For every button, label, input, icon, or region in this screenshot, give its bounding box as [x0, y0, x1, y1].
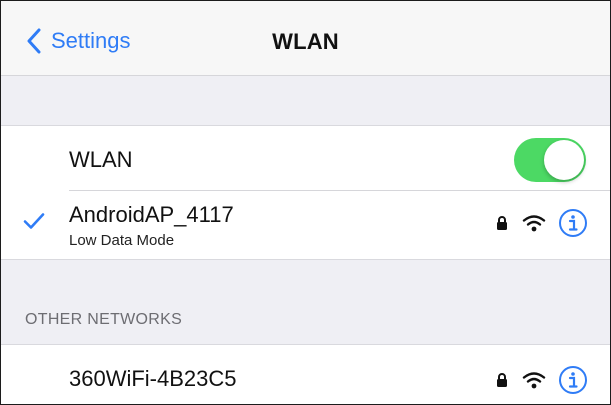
connected-network-row[interactable]: AndroidAP_4117 Low Data Mode: [1, 190, 610, 259]
network-row[interactable]: 360WiFi-4B23C5: [1, 345, 610, 404]
connected-network-name: AndroidAP_4117: [69, 202, 234, 227]
info-icon[interactable]: [558, 365, 588, 395]
info-icon[interactable]: [558, 208, 588, 238]
wlan-toggle-switch[interactable]: [514, 138, 586, 182]
wifi-icon: [522, 371, 546, 389]
section-header-other-networks: OTHER NETWORKS: [25, 311, 183, 328]
wlan-toggle-label: WLAN: [69, 147, 133, 172]
navigation-bar: Settings WLAN: [1, 1, 610, 76]
other-networks-group: 360WiFi-4B23C5: [1, 344, 610, 404]
connected-network-icons: [496, 208, 588, 238]
wlan-settings-screen: Settings WLAN WLAN AndroidAP_4117 Low Da…: [0, 0, 611, 405]
connected-network-subtitle: Low Data Mode: [69, 232, 175, 249]
network-icons: [496, 365, 588, 395]
wlan-group: WLAN AndroidAP_4117 Low Data Mode: [1, 125, 610, 260]
wlan-toggle-row: WLAN: [1, 126, 610, 190]
checkmark-icon: [23, 212, 45, 235]
lock-icon: [496, 215, 508, 231]
page-title: WLAN: [272, 29, 339, 54]
lock-icon: [496, 372, 508, 388]
network-name: 360WiFi-4B23C5: [69, 366, 237, 391]
wifi-icon: [522, 214, 546, 232]
toggle-knob: [544, 140, 584, 180]
